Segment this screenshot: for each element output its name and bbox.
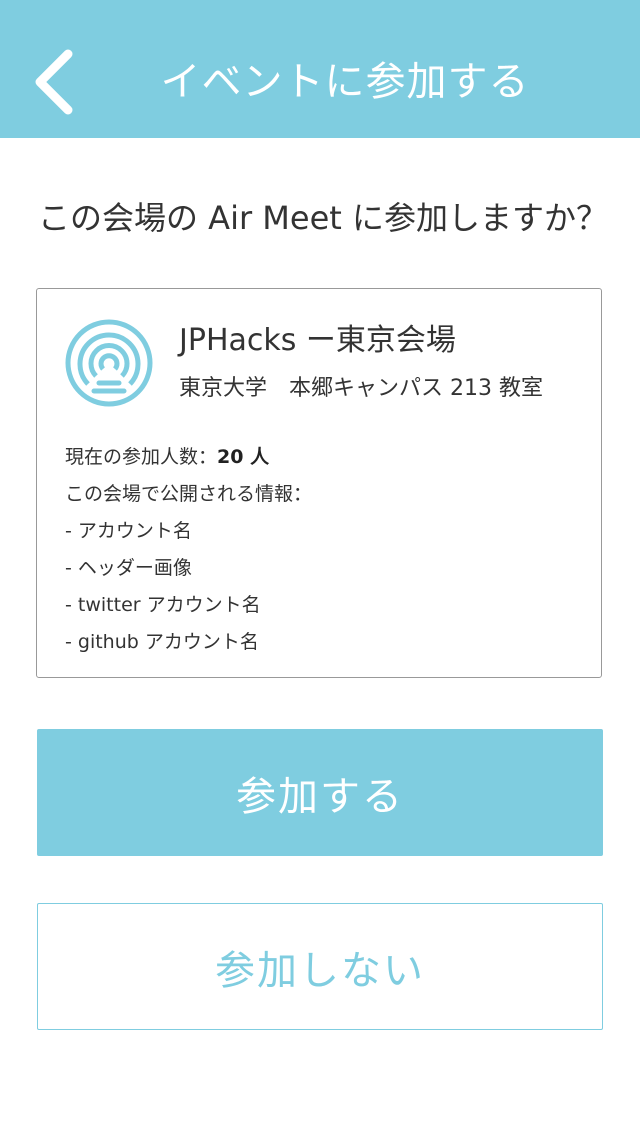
navigation-bar: イベントに参加する [0,0,640,138]
decline-button[interactable]: 参加しない [37,903,603,1030]
venue-location: 東京大学 本郷キャンパス 213 教室 [179,376,543,401]
broadcast-icon [65,319,153,407]
chevron-left-icon [35,49,73,115]
join-button[interactable]: 参加する [37,729,603,856]
venue-card: JPHacks ー東京会場 東京大学 本郷キャンパス 213 教室 現在の参加人… [36,288,602,678]
participant-count-label: 現在の参加人数： [65,446,218,468]
join-prompt: この会場の Air Meet に参加しますか？ [38,199,608,237]
venue-details: 現在の参加人数：20 人 この会場で公開される情報： - アカウント名 - ヘッ… [65,439,312,661]
shared-info-item: - ヘッダー画像 [65,557,192,579]
venue-name: JPHacks ー東京会場 [179,323,456,358]
back-button[interactable] [22,38,86,122]
shared-info-item: - アカウント名 [65,520,192,542]
shared-info-item: - twitter アカウント名 [65,594,261,616]
shared-info-heading: この会場で公開される情報： [65,483,313,505]
shared-info-item: - github アカウント名 [65,631,259,653]
page-title: イベントに参加する [160,59,530,105]
participant-count-value: 20 人 [217,446,270,468]
participant-count: 現在の参加人数：20 人 [65,439,312,476]
